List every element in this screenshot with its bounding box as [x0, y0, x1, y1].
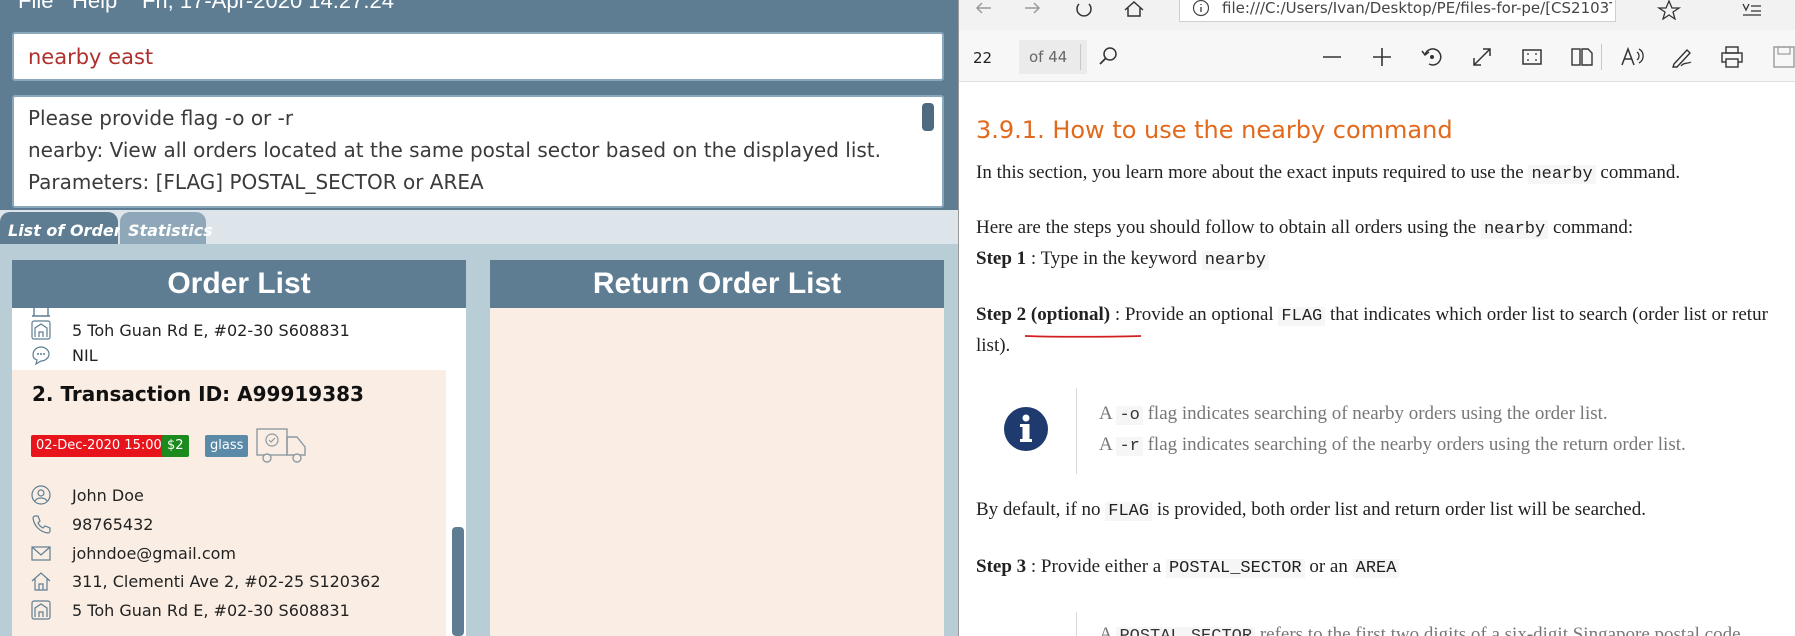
building-icon: [32, 308, 50, 317]
favorite-star-icon[interactable]: [1656, 0, 1682, 20]
save-icon[interactable]: [1771, 44, 1795, 70]
tab-list-of-orders[interactable]: List of Orders: [0, 212, 131, 244]
tab-bar: List of Orders Statistics: [0, 210, 958, 244]
comment-icon: [32, 346, 50, 366]
note-divider: [1076, 612, 1077, 636]
step-1: Step 1 : Type in the keyword nearby: [976, 248, 1269, 270]
rotate-icon[interactable]: [1419, 44, 1445, 70]
info-circle-icon[interactable]: [1192, 0, 1210, 17]
command-area: nearby east Please provide flag -o or -r…: [0, 18, 958, 214]
warehouse-icon: [31, 320, 51, 340]
email-address: johndoe@gmail.com: [72, 544, 236, 563]
read-aloud-icon[interactable]: [1619, 44, 1645, 70]
command-input-value: nearby east: [28, 45, 154, 69]
result-line: nearby: View all orders located at the s…: [28, 138, 882, 162]
info-icon: [1004, 407, 1048, 451]
menu-bar: File Help Fri, 17-Apr-2020 14:27:24: [0, 0, 958, 18]
paragraph-default: By default, if no FLAG is provided, both…: [976, 499, 1646, 521]
search-icon[interactable]: [1096, 44, 1122, 70]
note-line-postal-sector: A POSTAL_SECTOR refers to the first two …: [1099, 624, 1741, 636]
order-list-scrollbar-thumb[interactable]: [452, 527, 464, 636]
command-input[interactable]: nearby east: [12, 32, 944, 81]
fit-to-width-icon[interactable]: [1469, 44, 1495, 70]
step-2: Step 2 (optional) : Provide an optional …: [976, 304, 1768, 326]
step-2-continued: list).: [976, 335, 1011, 356]
order-list-view[interactable]: 5 Toh Guan Rd E, #02-30 S608831 NIL 2. T…: [12, 308, 466, 636]
home-icon: [31, 572, 51, 591]
delivery-app-window: File Help Fri, 17-Apr-2020 14:27:24 near…: [0, 0, 958, 636]
address-url: file:///C:/Users/Ivan/Desktop/PE/files-f…: [1222, 0, 1612, 17]
pdf-toolbar: 22 of 44: [959, 30, 1795, 82]
toolbar-divider: [1601, 44, 1602, 70]
annotation-underline: [1024, 335, 1142, 338]
browser-toolbar: file:///C:/Users/Ivan/Desktop/PE/files-f…: [959, 0, 1795, 30]
delivery-address: 311, Clementi Ave 2, #02-25 S120362: [72, 572, 381, 591]
pdf-viewer-window: file:///C:/Users/Ivan/Desktop/PE/files-f…: [958, 0, 1795, 636]
delivery-date-badge: 02-Dec-2020 15:00: [31, 435, 167, 457]
pdf-page[interactable]: 3.9.1. How to use the nearby command In …: [959, 82, 1795, 636]
warehouse-address: 5 Toh Guan Rd E, #02-30 S608831: [72, 601, 350, 620]
result-line: Parameters: [FLAG] POSTAL_SECTOR or AREA: [28, 170, 484, 194]
paragraph-steps: Here are the steps you should follow to …: [976, 217, 1634, 239]
print-icon[interactable]: [1719, 44, 1745, 70]
cod-badge: $2: [162, 435, 189, 457]
return-order-list-view[interactable]: [490, 308, 944, 636]
zoom-out-icon[interactable]: [1319, 44, 1345, 70]
note-line-r-flag: A -r flag indicates searching of the nea…: [1099, 434, 1686, 456]
note-divider: [1076, 388, 1077, 474]
page-total: of 44: [1019, 40, 1087, 74]
step-3: Step 3 : Provide either a POSTAL_SECTOR …: [976, 556, 1400, 578]
lists-area: Order List Return Order List 5 Toh Guan …: [0, 244, 958, 636]
fit-to-page-icon[interactable]: [1519, 44, 1545, 70]
menu-help[interactable]: Help: [72, 0, 117, 14]
draw-pen-icon[interactable]: [1669, 44, 1695, 70]
return-order-list-title: Return Order List: [490, 260, 944, 308]
tab-statistics[interactable]: Statistics: [120, 212, 213, 244]
delivery-truck-icon: [256, 428, 306, 463]
person-icon: [31, 485, 51, 505]
favorites-list-icon[interactable]: [1739, 0, 1765, 20]
result-line: Please provide flag -o or -r: [28, 106, 294, 130]
address-bar[interactable]: file:///C:/Users/Ivan/Desktop/PE/files-f…: [1179, 0, 1616, 22]
comment-text: NIL: [72, 346, 98, 365]
email-icon: [31, 546, 51, 561]
phone-icon: [32, 515, 51, 534]
order-list-title: Order List: [12, 260, 466, 308]
page-view-icon[interactable]: [1569, 44, 1595, 70]
section-heading: 3.9.1. How to use the nearby command: [976, 116, 1453, 144]
item-type-badge: glass: [205, 435, 249, 457]
warehouse-address: 5 Toh Guan Rd E, #02-30 S608831: [72, 321, 350, 340]
clock-display: Fri, 17-Apr-2020 14:27:24: [142, 0, 394, 13]
order-card[interactable]: 2. Transaction ID: A99919383 02-Dec-2020…: [12, 370, 446, 636]
page-number-input[interactable]: 22: [973, 49, 992, 67]
back-arrow-icon[interactable]: [971, 0, 997, 20]
forward-arrow-icon[interactable]: [1019, 0, 1045, 20]
result-display[interactable]: Please provide flag -o or -r nearby: Vie…: [12, 95, 944, 208]
note-line-o-flag: A -o flag indicates searching of nearby …: [1099, 403, 1608, 425]
paragraph-intro: In this section, you learn more about th…: [976, 162, 1681, 184]
order-card-title: 2. Transaction ID: A99919383: [32, 382, 364, 406]
menu-file[interactable]: File: [18, 0, 53, 14]
phone-number: 98765432: [72, 515, 154, 534]
home-icon[interactable]: [1121, 0, 1147, 20]
customer-name: John Doe: [72, 486, 144, 505]
toolbar-divider: [1080, 44, 1081, 70]
zoom-in-icon[interactable]: [1369, 44, 1395, 70]
warehouse-icon: [31, 600, 51, 620]
result-scrollbar-thumb[interactable]: [922, 103, 934, 131]
refresh-icon[interactable]: [1071, 0, 1097, 20]
